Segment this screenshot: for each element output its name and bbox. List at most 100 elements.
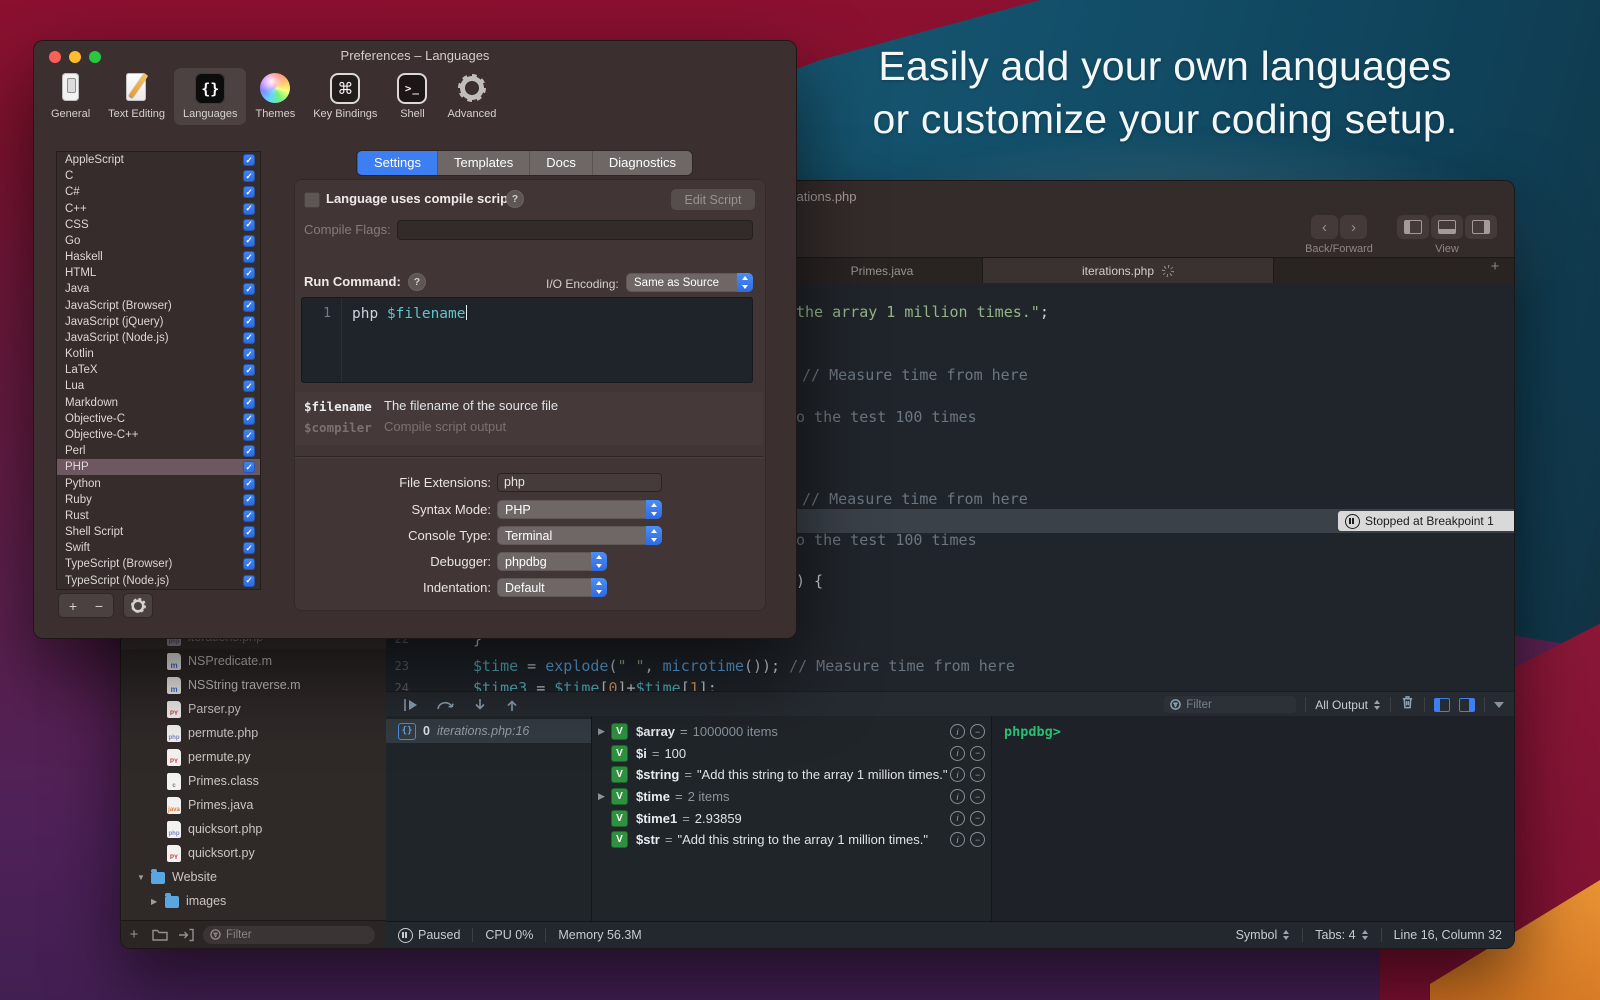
tabs-select[interactable]: Tabs: 4 [1315,928,1368,942]
file-row[interactable]: java Primes.java [121,793,386,817]
checkbox-checked-icon[interactable] [243,186,255,198]
info-icon[interactable] [950,724,965,739]
view-right-panel-button[interactable] [1465,215,1497,239]
variable-row[interactable]: V $string = "Add this string to the arra… [592,764,991,786]
file-row[interactable]: c Primes.class [121,769,386,793]
disclosure-triangle-icon[interactable]: ▼ [137,873,151,882]
checkbox-checked-icon[interactable] [243,429,255,441]
language-row[interactable]: TypeScript (Browser) [57,556,260,572]
prefs-tab[interactable]: Docs [529,151,592,175]
language-row[interactable]: Shell Script [57,524,260,540]
collapse-panel-chevron-icon[interactable] [1494,702,1504,708]
console-panel[interactable]: phpdbg> [991,716,1514,921]
import-button[interactable] [173,928,199,942]
info-icon[interactable] [950,811,965,826]
edit-script-button[interactable]: Edit Script [671,189,755,210]
language-row[interactable]: PHP [57,459,260,475]
checkbox-checked-icon[interactable] [243,397,255,409]
expand-arrow-icon[interactable]: ▶ [598,791,611,802]
file-row[interactable]: php permute.php [121,721,386,745]
language-row[interactable]: Objective-C++ [57,427,260,443]
editor-tab[interactable]: iterations.php [983,258,1274,284]
language-row[interactable]: Ruby [57,492,260,508]
checkbox-checked-icon[interactable] [243,300,255,312]
language-row[interactable]: HTML [57,265,260,281]
language-row[interactable]: JavaScript (Browser) [57,298,260,314]
add-file-button[interactable]: + [121,926,147,943]
checkbox-checked-icon[interactable] [243,316,255,328]
variable-row[interactable]: V $str = "Add this string to the array 1… [592,829,991,851]
remove-icon[interactable] [970,789,985,804]
variable-row[interactable]: ▶ V $time = 2 items [592,786,991,808]
expand-arrow-icon[interactable]: ▶ [598,726,611,737]
language-row[interactable]: Objective-C [57,411,260,427]
prefs-toolbar-item[interactable]: Key Bindings [304,68,386,125]
step-into-button[interactable] [472,697,488,713]
language-row[interactable]: Go [57,233,260,249]
language-row[interactable]: JavaScript (jQuery) [57,314,260,330]
checkbox-checked-icon[interactable] [243,154,255,166]
checkbox-checked-icon[interactable] [243,364,255,376]
editor-tab[interactable]: Primes.java [782,258,983,284]
add-language-button[interactable]: + [58,593,88,618]
back-button[interactable]: ‹ [1311,215,1338,239]
info-icon[interactable] [950,767,965,782]
checkbox-checked-icon[interactable] [243,494,255,506]
disclosure-triangle-icon[interactable]: ▶ [151,897,165,906]
debugger-select[interactable]: phpdbg [497,552,607,571]
prefs-tab[interactable]: Settings [357,151,437,175]
checkbox-checked-icon[interactable] [243,251,255,263]
checkbox-checked-icon[interactable] [243,526,255,538]
checkbox-checked-icon[interactable] [243,332,255,344]
file-row[interactable]: PY quicksort.py [121,841,386,865]
language-row[interactable]: AppleScript [57,152,260,168]
checkbox-checked-icon[interactable] [243,170,255,182]
file-extensions-field[interactable]: php [497,473,662,492]
toggle-left-panel-button[interactable] [1434,698,1450,712]
compile-script-checkbox[interactable] [304,192,320,208]
remove-icon[interactable] [970,832,985,847]
prefs-toolbar-item[interactable]: Text Editing [99,68,174,125]
variable-row[interactable]: V $time1 = 2.93859 [592,807,991,829]
symbol-select[interactable]: Symbol [1236,928,1291,942]
forward-button[interactable]: › [1340,215,1367,239]
prefs-tab[interactable]: Templates [437,151,529,175]
info-icon[interactable] [950,832,965,847]
run-command-editor[interactable]: 1 php $filename [301,297,753,383]
file-row[interactable]: PY permute.py [121,745,386,769]
language-row[interactable]: Perl [57,443,260,459]
sidebar-filter-field[interactable]: Filter [203,926,375,944]
file-row[interactable]: ▶ images [121,889,386,913]
step-over-button[interactable] [436,697,456,713]
language-actions-button[interactable] [123,593,153,618]
output-select[interactable]: All Output [1315,698,1381,712]
checkbox-checked-icon[interactable] [243,267,255,279]
remove-icon[interactable] [970,746,985,761]
help-button[interactable]: ? [506,190,524,208]
checkbox-checked-icon[interactable] [243,348,255,360]
io-encoding-select[interactable]: Same as Source [626,273,753,292]
language-row[interactable]: Python [57,475,260,491]
stack-frame-row[interactable]: {} 0 iterations.php:16 [386,719,591,743]
prefs-tab[interactable]: Diagnostics [592,151,692,175]
checkbox-checked-icon[interactable] [243,478,255,490]
view-left-panel-button[interactable] [1397,215,1429,239]
clear-console-button[interactable] [1400,694,1415,715]
new-folder-button[interactable] [147,928,173,941]
language-row[interactable]: JavaScript (Node.js) [57,330,260,346]
remove-language-button[interactable]: − [85,593,114,618]
language-row[interactable]: Swift [57,540,260,556]
language-row[interactable]: CSS [57,217,260,233]
view-bottom-panel-button[interactable] [1431,215,1463,239]
language-row[interactable]: Java [57,281,260,297]
syntax-mode-select[interactable]: PHP [497,500,662,519]
language-row[interactable]: Markdown [57,395,260,411]
language-row[interactable]: Rust [57,508,260,524]
file-row[interactable]: m NSPredicate.m [121,649,386,673]
checkbox-checked-icon[interactable] [243,575,255,587]
language-row[interactable]: Lua [57,378,260,394]
checkbox-checked-icon[interactable] [243,413,255,425]
prefs-toolbar-item[interactable]: Languages [174,68,246,125]
remove-icon[interactable] [970,724,985,739]
language-row[interactable]: LaTeX [57,362,260,378]
